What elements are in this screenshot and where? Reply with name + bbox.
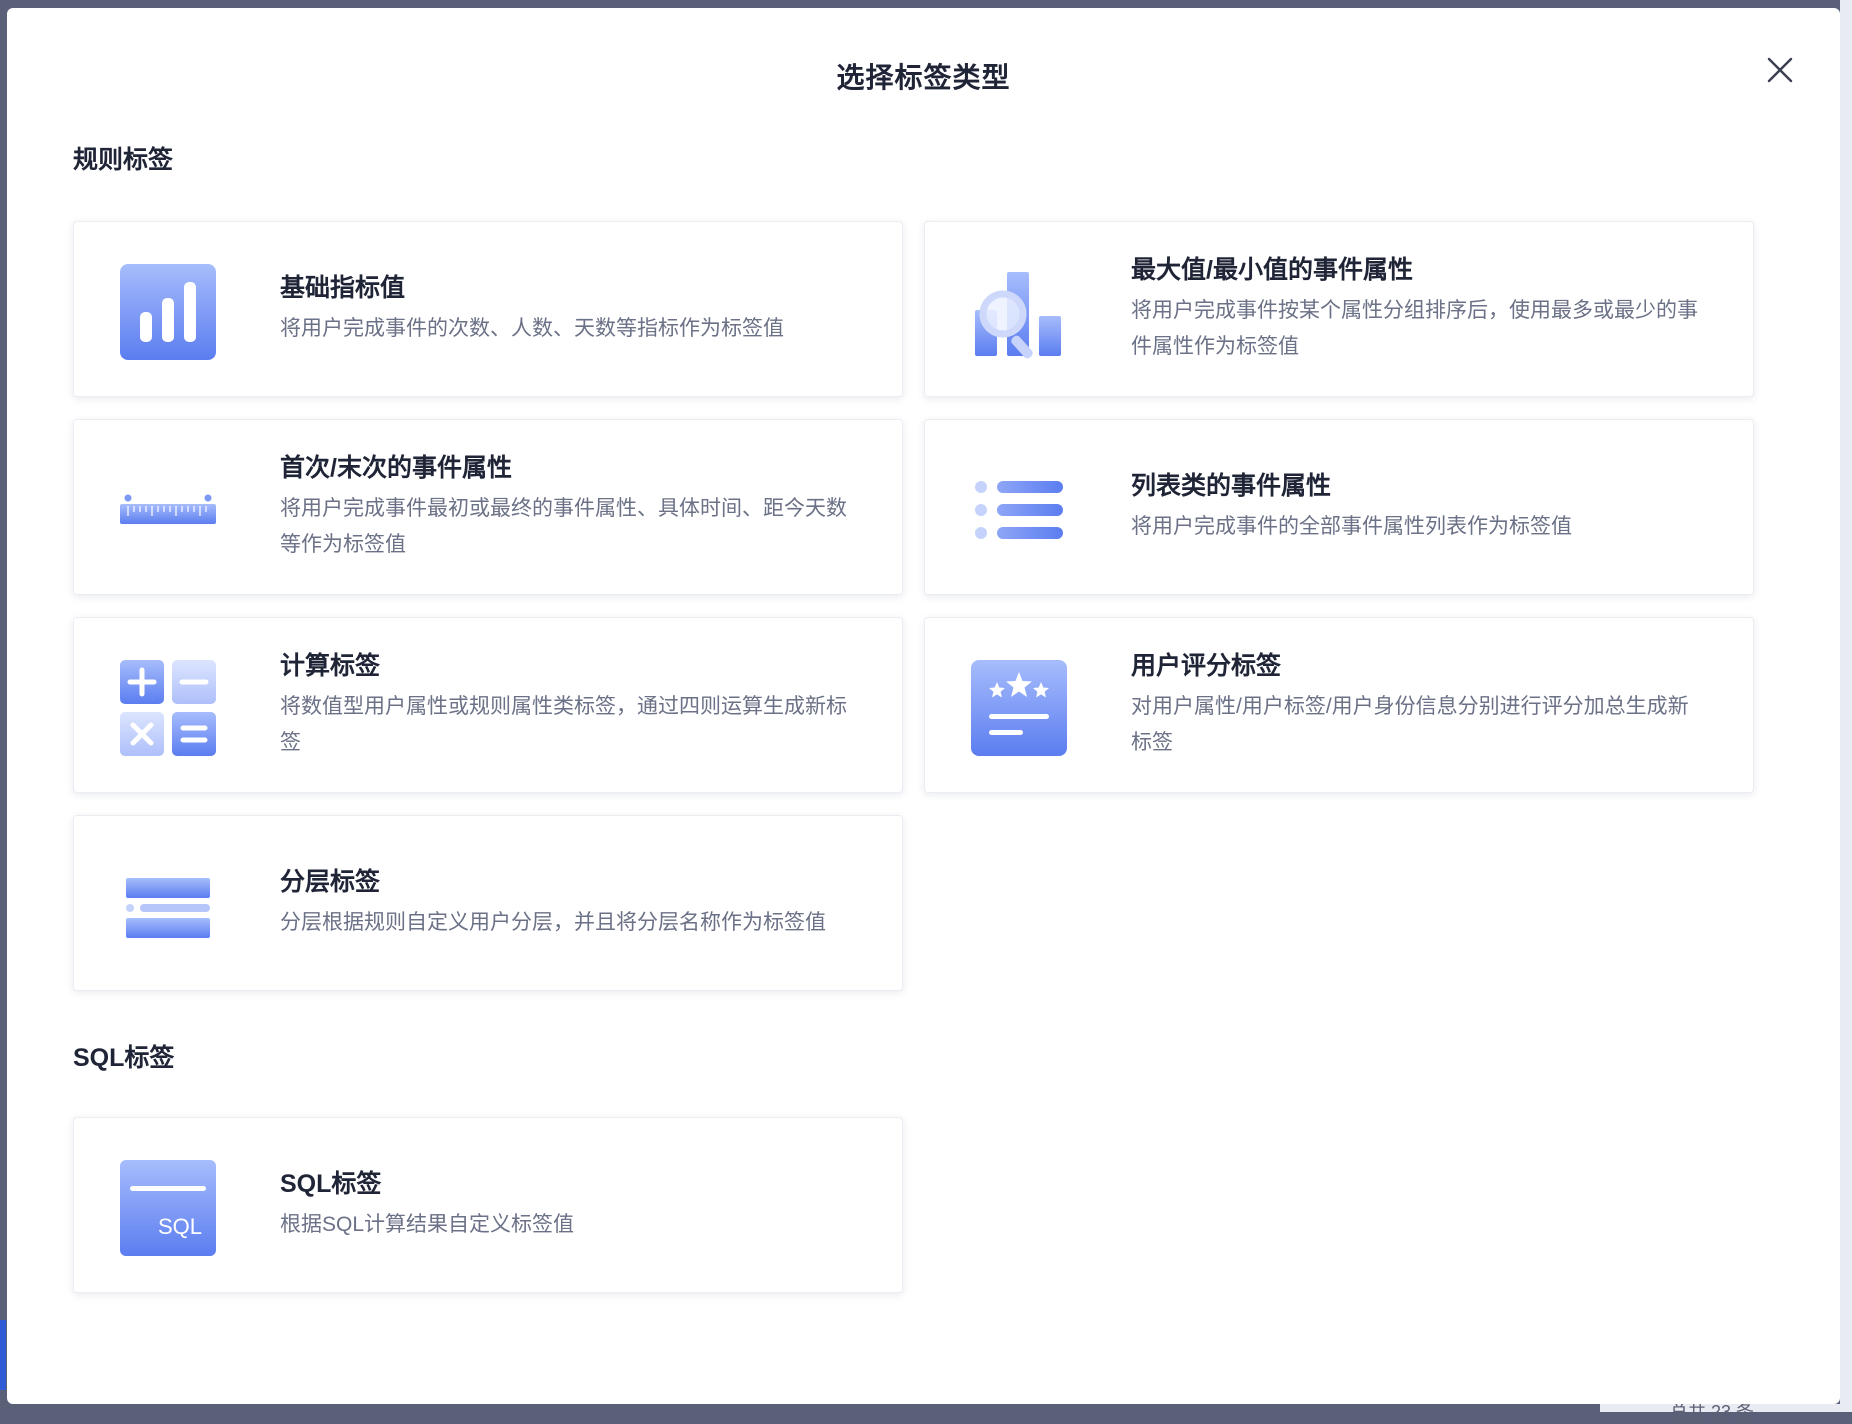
list-icon [975, 481, 1063, 539]
card-description: 根据SQL计算结果自定义标签值 [280, 1213, 575, 1236]
sql-icon-label: SQL [158, 1214, 202, 1239]
dialog-title: 选择标签类型 [836, 62, 1011, 93]
card-layered-tag[interactable]: 分层标签 分层根据规则自定义用户分层，并且将分层名称作为标签值 [73, 815, 903, 991]
section-title-sql-tags: SQL标签 [73, 1044, 175, 1072]
card-basic-metric[interactable]: 基础指标值 将用户完成事件的次数、人数、天数等指标作为标签值 [73, 221, 903, 397]
card-title: 列表类的事件属性 [1131, 472, 1332, 500]
layers-icon [126, 878, 210, 938]
bar-chart-icon [120, 264, 216, 360]
card-title: 分层标签 [280, 868, 381, 896]
sql-icon: SQL [120, 1160, 216, 1256]
backdrop-sidebar-edge [0, 1320, 6, 1390]
card-list-event-attr[interactable]: 列表类的事件属性 将用户完成事件的全部事件属性列表作为标签值 [924, 419, 1754, 595]
magnifier-chart-icon [975, 272, 1061, 359]
card-description: 将用户完成事件的全部事件属性列表作为标签值 [1131, 515, 1572, 538]
backdrop-page [1840, 0, 1852, 1412]
section-title-rule-tags: 规则标签 [73, 146, 174, 174]
card-title: 首次/末次的事件属性 [280, 454, 512, 482]
card-sql-tag[interactable]: SQL SQL标签 根据SQL计算结果自定义标签值 [73, 1117, 903, 1293]
card-title: 最大值/最小值的事件属性 [1131, 256, 1413, 284]
close-button[interactable] [1760, 50, 1800, 90]
close-icon [1767, 57, 1793, 83]
ruler-icon [120, 494, 216, 524]
card-first-last-event-attr[interactable]: 首次/末次的事件属性 将用户完成事件最初或最终的事件属性、具体时间、距今天数等作… [73, 419, 903, 595]
rating-card-icon [971, 660, 1067, 756]
card-user-score-tag[interactable]: 用户评分标签 对用户属性/用户标签/用户身份信息分别进行评分加总生成新标签 [924, 617, 1754, 793]
card-title: SQL标签 [280, 1170, 382, 1198]
card-description: 将数值型用户属性或规则属性类标签，通过四则运算生成新标签 [280, 695, 847, 754]
card-max-min-event-attr[interactable]: 最大值/最小值的事件属性 将用户完成事件按某个属性分组排序后，使用最多或最少的事… [924, 221, 1754, 397]
select-tag-type-dialog: 选择标签类型 规则标签 基础指标值 将用户完成事件的次数、人数、天数等指标作为标… [7, 8, 1840, 1404]
calculator-icon [120, 660, 216, 756]
card-description: 将用户完成事件的次数、人数、天数等指标作为标签值 [280, 317, 784, 340]
card-description: 分层根据规则自定义用户分层，并且将分层名称作为标签值 [280, 911, 826, 934]
card-title: 用户评分标签 [1131, 652, 1282, 680]
card-title: 计算标签 [280, 652, 381, 680]
card-description: 对用户属性/用户标签/用户身份信息分别进行评分加总生成新标签 [1131, 695, 1689, 754]
card-title: 基础指标值 [280, 274, 406, 302]
card-description: 将用户完成事件按某个属性分组排序后，使用最多或最少的事件属性作为标签值 [1131, 299, 1698, 358]
card-calculated-tag[interactable]: 计算标签 将数值型用户属性或规则属性类标签，通过四则运算生成新标签 [73, 617, 903, 793]
card-description: 将用户完成事件最初或最终的事件属性、具体时间、距今天数等作为标签值 [280, 497, 847, 556]
